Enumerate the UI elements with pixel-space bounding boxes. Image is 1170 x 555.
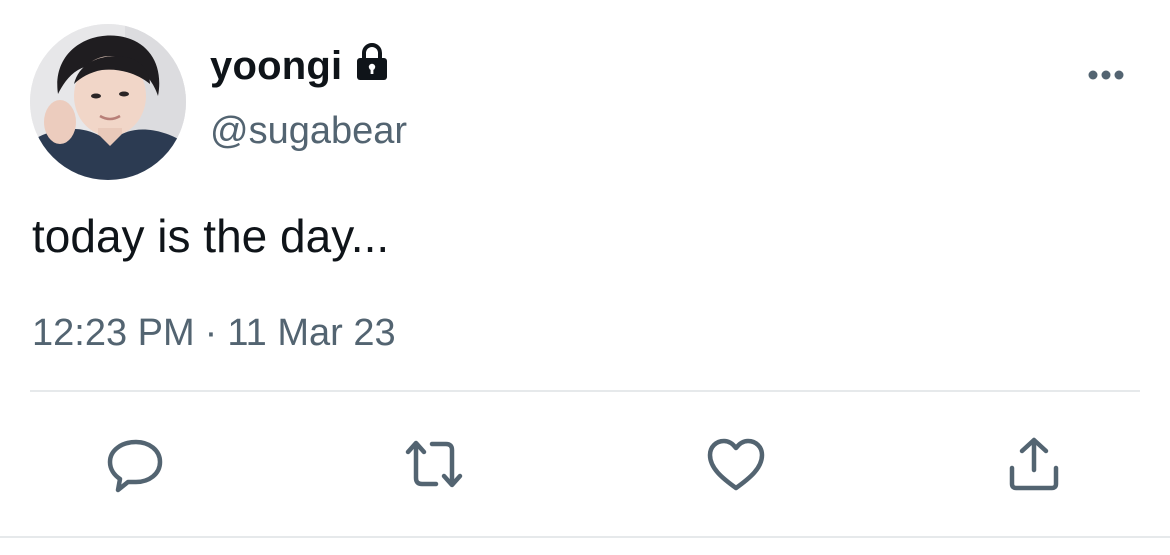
lock-icon bbox=[357, 43, 387, 80]
share-button[interactable] bbox=[1002, 432, 1066, 496]
retweet-icon bbox=[405, 440, 463, 488]
user-handle[interactable]: @sugabear bbox=[210, 106, 407, 156]
reply-icon bbox=[107, 439, 163, 493]
bottom-divider bbox=[0, 536, 1170, 538]
divider bbox=[30, 390, 1140, 392]
heart-icon bbox=[707, 438, 765, 491]
tweet-date: 11 Mar 23 bbox=[227, 312, 396, 354]
like-button[interactable] bbox=[704, 432, 768, 496]
tweet-timestamp[interactable]: 12:23 PM · 11 Mar 23 bbox=[32, 308, 396, 358]
tweet-time: 12:23 PM bbox=[32, 312, 195, 354]
more-horizontal-icon[interactable] bbox=[1082, 60, 1130, 90]
timestamp-separator: · bbox=[204, 312, 218, 354]
tweet-text: today is the day... bbox=[32, 210, 390, 262]
reply-button[interactable] bbox=[104, 432, 168, 496]
display-name[interactable]: yoongi bbox=[210, 38, 342, 94]
avatar[interactable] bbox=[30, 24, 186, 180]
share-icon bbox=[1009, 437, 1059, 491]
retweet-button[interactable] bbox=[402, 432, 466, 496]
tweet-card: yoongi @sugabear today is the day... 12:… bbox=[0, 0, 1170, 555]
avatar-image bbox=[30, 24, 186, 180]
